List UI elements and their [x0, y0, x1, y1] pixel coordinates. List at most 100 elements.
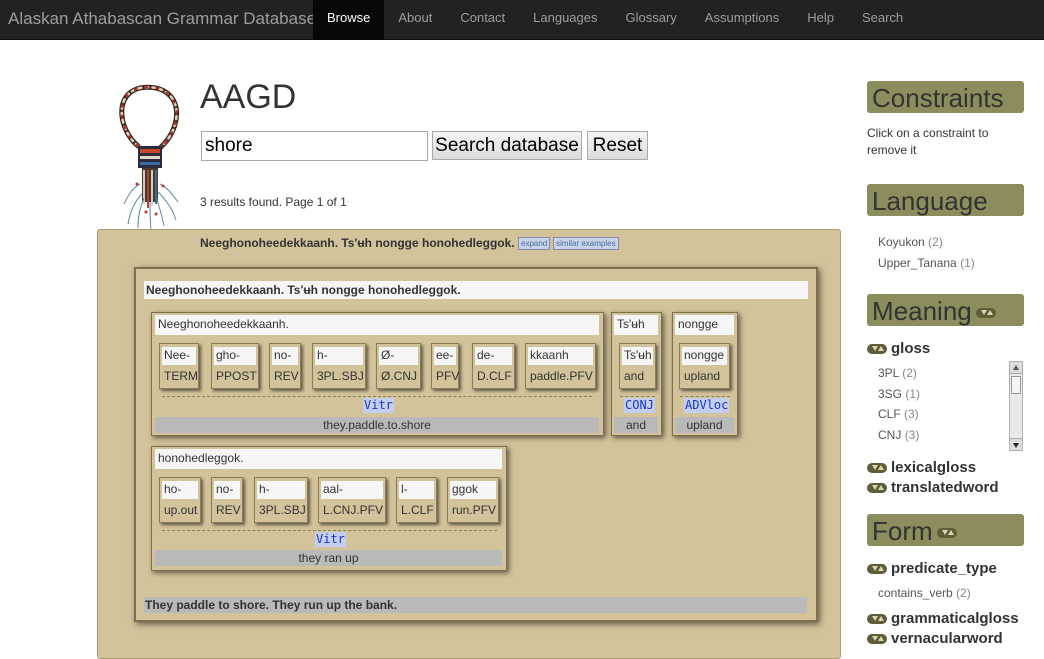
- nav-browse[interactable]: Browse: [313, 0, 385, 40]
- morpheme-form: l-: [399, 481, 434, 499]
- morpheme-gloss: L.CNJ.PFV: [323, 503, 384, 517]
- form-heading-label: Form: [872, 516, 933, 546]
- morpheme-gloss: up.out: [164, 503, 198, 517]
- brand-link[interactable]: Alaskan Athabascan Grammar Database: [8, 9, 316, 29]
- reset-button[interactable]: Reset: [587, 131, 648, 160]
- search-input[interactable]: [201, 131, 428, 161]
- morpheme: h- 3PL.SBJ: [312, 343, 366, 389]
- word-gloss: and: [614, 417, 658, 433]
- morpheme-form: Nee-: [162, 347, 196, 365]
- pos-tag: CONJ: [624, 398, 655, 413]
- facet-label: gloss: [891, 340, 931, 357]
- morpheme-form: aal-: [321, 481, 383, 499]
- morpheme-gloss: upland: [684, 369, 721, 383]
- morpheme: Nee- TERM: [159, 343, 199, 389]
- similar-examples-button[interactable]: similar examples: [553, 237, 619, 250]
- word-gloss: they.paddle.to.shore: [155, 417, 599, 433]
- nav-search[interactable]: Search: [848, 0, 917, 40]
- facet-item-label: 3PL: [878, 366, 899, 380]
- facet-item-label: contains_verb: [878, 586, 953, 600]
- facet-item-count: (1): [905, 387, 921, 401]
- nav-contact[interactable]: Contact: [446, 0, 519, 40]
- scroll-thumb[interactable]: [1011, 376, 1021, 394]
- toggle-icon[interactable]: [867, 633, 887, 644]
- nav-help[interactable]: Help: [793, 0, 848, 40]
- separator-line: [162, 396, 592, 397]
- language-heading: Language: [867, 184, 1024, 216]
- morpheme: Ts'ʉh and: [619, 343, 656, 389]
- word-form: honohedleggok.: [155, 449, 502, 469]
- facet-translatedword[interactable]: translatedword: [867, 479, 999, 496]
- morpheme-form: no-: [272, 347, 298, 365]
- facet-item-label: 3SG: [878, 387, 903, 401]
- toggle-icon[interactable]: [936, 528, 957, 539]
- morpheme-gloss: and: [624, 369, 645, 383]
- facet-item-count: (3): [904, 407, 919, 421]
- word-gloss: upland: [675, 417, 734, 433]
- nav-languages[interactable]: Languages: [519, 0, 611, 40]
- morpheme: ee- PFV: [431, 343, 459, 389]
- facet-item-label: CLF: [878, 407, 901, 421]
- toggle-icon[interactable]: [867, 482, 887, 493]
- facet-item-gloss[interactable]: 3SG (1): [878, 387, 920, 401]
- facet-gloss[interactable]: gloss: [867, 340, 930, 357]
- facet-label: predicate_type: [891, 560, 997, 577]
- facet-item-gloss[interactable]: CNJ (3): [878, 428, 919, 442]
- toggle-icon[interactable]: [867, 613, 887, 624]
- pos-tag: Vitr: [363, 398, 394, 413]
- morpheme: ggok run.PFV: [447, 477, 499, 523]
- facet-item-gloss[interactable]: CLF (3): [878, 407, 919, 421]
- facet-label: lexicalgloss: [891, 459, 977, 476]
- morpheme-gloss: Ø.CNJ: [381, 369, 417, 383]
- page-title: AAGD: [200, 78, 297, 116]
- result-sentence: Neeghonoheedekkaanh. Ts'ʉh nongge honohe…: [200, 236, 515, 250]
- morpheme-form: h-: [315, 347, 363, 365]
- nav-glossary[interactable]: Glossary: [612, 0, 691, 40]
- facet-item-count: (2): [956, 586, 971, 600]
- toggle-icon[interactable]: [867, 343, 887, 354]
- gloss-list-scrollbar[interactable]: [1009, 361, 1023, 451]
- morpheme: kkaanh paddle.PFV: [525, 343, 596, 389]
- morpheme: no- REV: [211, 477, 243, 523]
- morpheme-form: Ø-: [379, 347, 418, 365]
- morpheme: aal- L.CNJ.PFV: [318, 477, 386, 523]
- toggle-icon[interactable]: [867, 462, 887, 473]
- toggle-icon[interactable]: [975, 308, 996, 319]
- separator-line: [620, 396, 655, 397]
- morpheme-gloss: run.PFV: [452, 503, 497, 517]
- morpheme: l- L.CLF: [396, 477, 437, 523]
- facet-item-count: (2): [902, 366, 917, 380]
- morpheme: nongge upland: [679, 343, 730, 389]
- nav-menu: Browse About Contact Languages Glossary …: [313, 0, 917, 40]
- constraints-heading: Constraints: [867, 81, 1024, 113]
- morpheme-gloss: 3PL.SBJ: [317, 369, 364, 383]
- meaning-heading: Meaning: [867, 294, 1024, 326]
- nav-about[interactable]: About: [384, 0, 446, 40]
- facet-item-predicate-type[interactable]: contains_verb (2): [878, 586, 971, 600]
- word-gloss: they ran up: [155, 550, 502, 566]
- facet-lexicalgloss[interactable]: lexicalgloss: [867, 459, 976, 476]
- facet-item-gloss[interactable]: 3PL (2): [878, 366, 917, 380]
- morpheme-gloss: D.CLF: [477, 369, 512, 383]
- facet-item-language[interactable]: Koyukon (2): [878, 235, 943, 249]
- morpheme-gloss: REV: [274, 369, 299, 383]
- facet-item-label: Upper_Tanana: [878, 256, 957, 270]
- morpheme-form: gho-: [214, 347, 256, 365]
- form-heading: Form: [867, 514, 1024, 546]
- facet-vernacularword[interactable]: vernacularword: [867, 630, 1003, 647]
- facet-predicate-type[interactable]: predicate_type: [867, 560, 997, 577]
- morpheme-gloss: PFV: [436, 369, 460, 383]
- morpheme-gloss: TERM: [164, 369, 198, 383]
- separator-line: [680, 396, 730, 397]
- nav-assumptions[interactable]: Assumptions: [691, 0, 793, 40]
- facet-label: vernacularword: [891, 630, 1003, 647]
- toggle-icon[interactable]: [867, 563, 887, 574]
- facet-item-language[interactable]: Upper_Tanana (1): [878, 256, 975, 270]
- scroll-down-arrow-icon[interactable]: [1010, 438, 1022, 450]
- morpheme-form: ggok: [450, 481, 496, 499]
- facet-grammaticalgloss[interactable]: grammaticalgloss: [867, 610, 1019, 627]
- search-database-button[interactable]: Search database: [432, 131, 582, 160]
- morpheme-form: de-: [475, 347, 512, 365]
- expand-button[interactable]: expand: [518, 237, 551, 250]
- scroll-up-arrow-icon[interactable]: [1010, 362, 1022, 374]
